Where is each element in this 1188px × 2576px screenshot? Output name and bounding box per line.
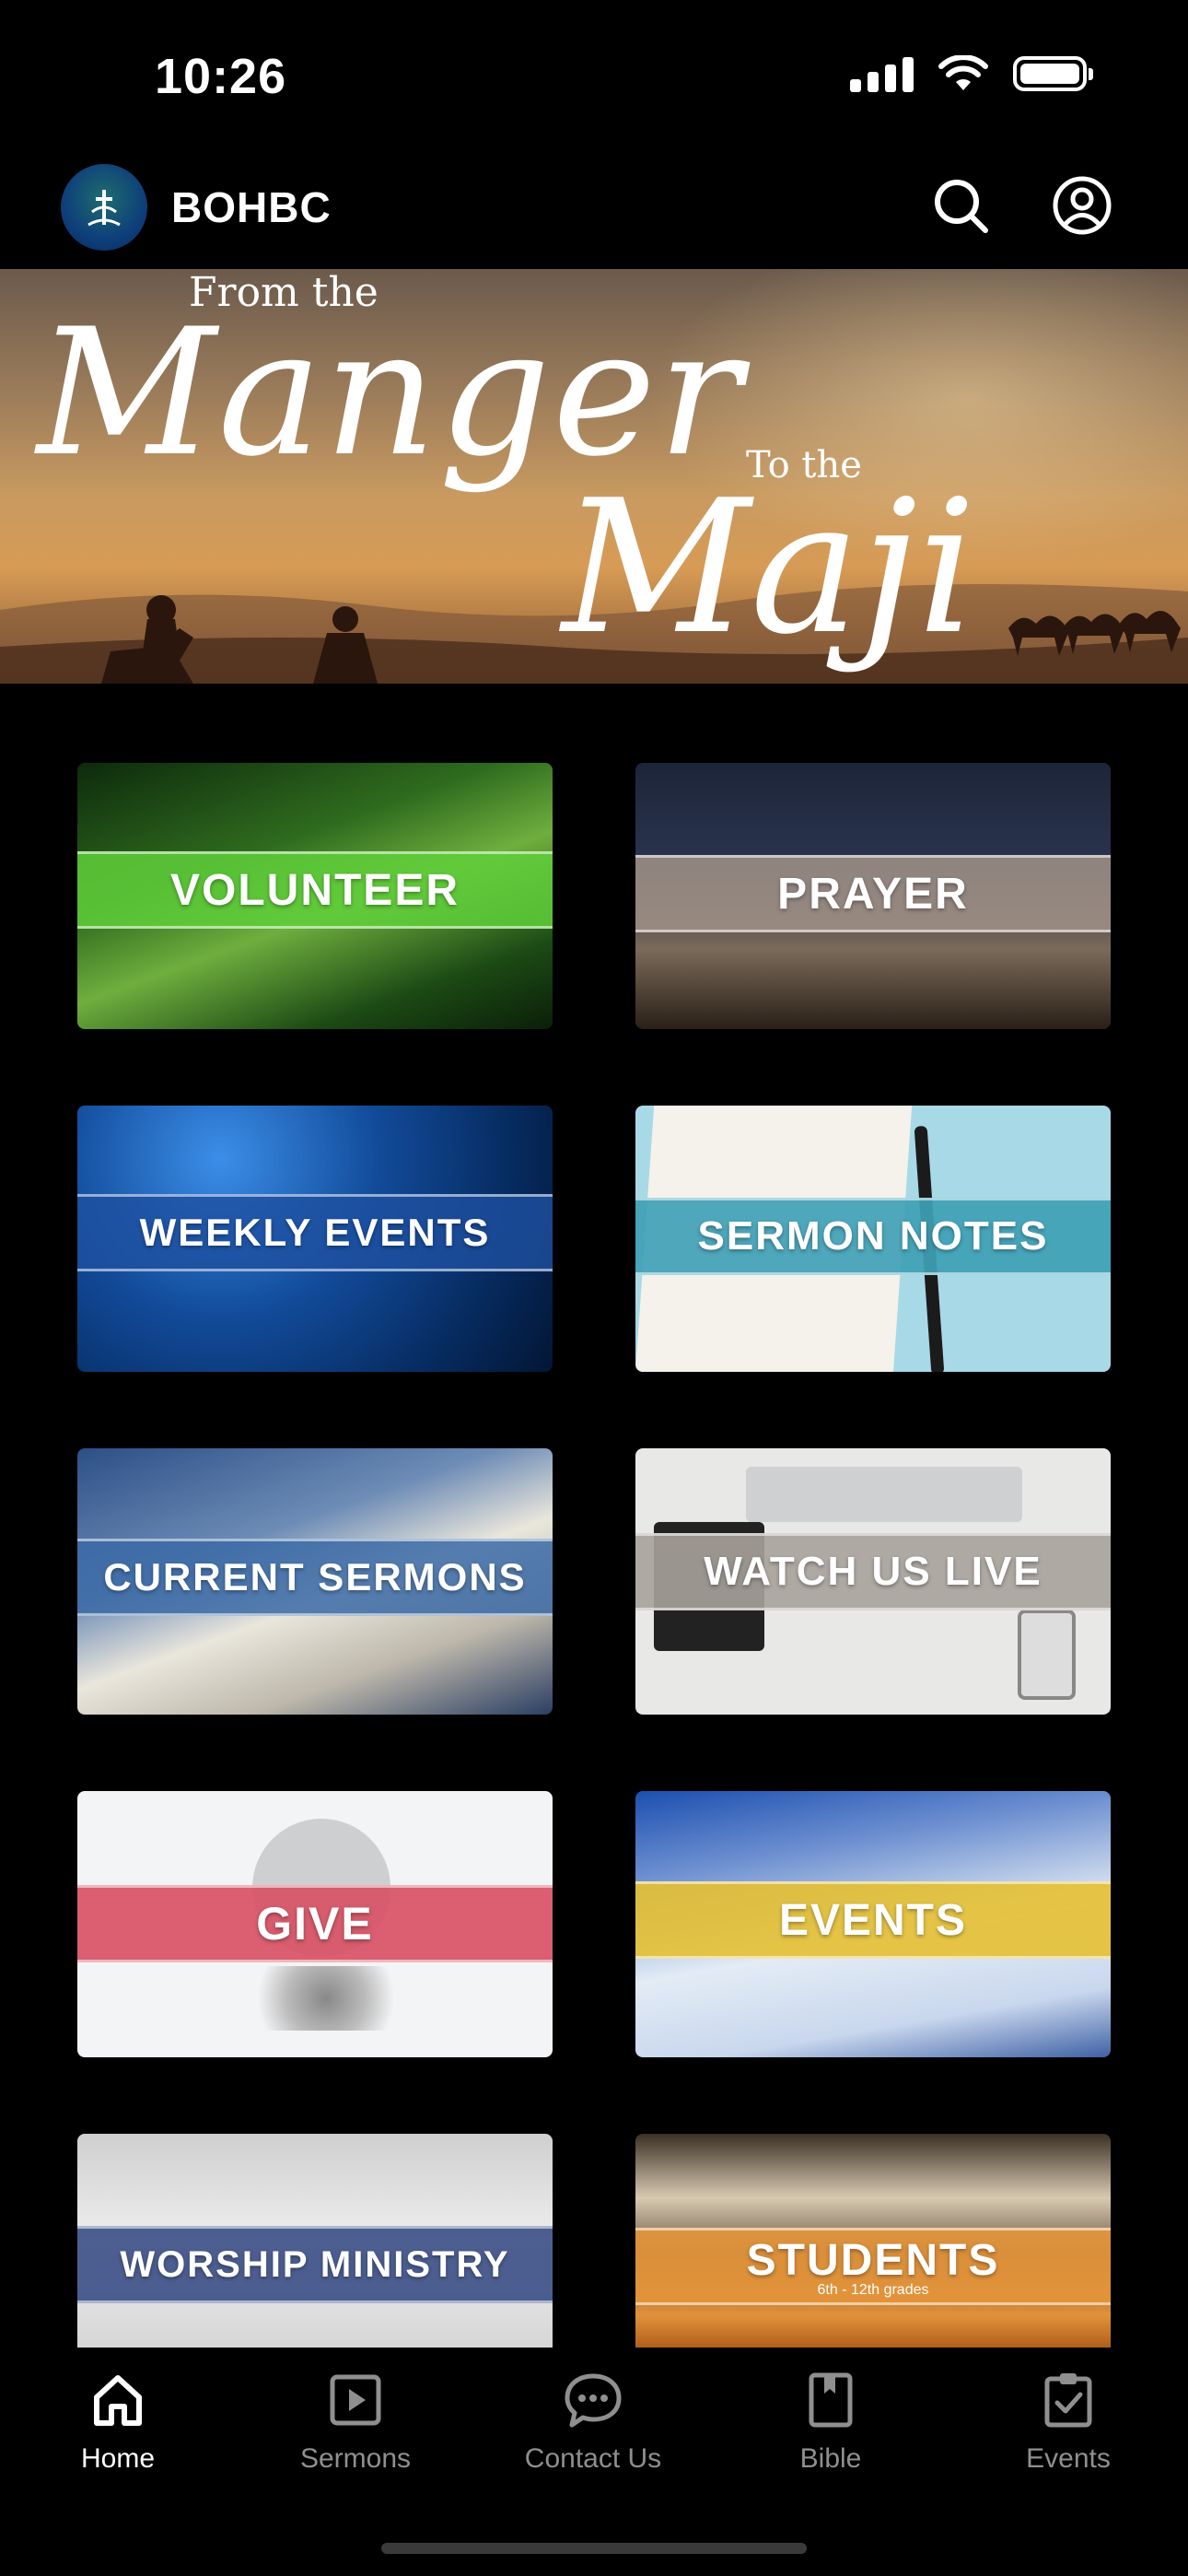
tile-label: PRAYER (777, 869, 969, 919)
tile-label: CURRENT SERMONS (103, 1555, 527, 1598)
tile-label: SERMON NOTES (697, 1213, 1049, 1259)
tile-band: VOLUNTEER (77, 851, 553, 929)
tile-band: PRAYER (635, 855, 1111, 932)
tab-label: Events (1026, 2443, 1111, 2474)
tile-label: GIVE (256, 1898, 374, 1950)
cellular-signal-icon (850, 55, 914, 92)
wifi-icon (938, 55, 988, 90)
tile-label: WATCH US LIVE (704, 1549, 1042, 1594)
tab-contact-us[interactable]: Contact Us (483, 2370, 704, 2475)
tile-give[interactable]: GIVE (77, 1791, 553, 2057)
status-time: 10:26 (155, 49, 287, 104)
tile-students[interactable]: STUDENTS 6th - 12th grades (635, 2134, 1111, 2348)
tab-label: Sermons (299, 2443, 412, 2474)
tile-band: CURRENT SERMONS (77, 1539, 553, 1616)
battery-icon (1013, 56, 1093, 91)
tile-label: VOLUNTEER (169, 865, 460, 915)
banner-line-2: Manger (37, 291, 744, 495)
tile-band: WATCH US LIVE (635, 1533, 1111, 1610)
chat-bubble-icon (565, 2373, 622, 2428)
status-icons (850, 55, 1093, 92)
church-logo[interactable] (61, 164, 147, 251)
tile-band: SERMON NOTES (635, 1198, 1111, 1275)
tile-band: GIVE (77, 1885, 553, 1962)
tile-label: STUDENTS (746, 2235, 1000, 2285)
tile-current-sermons[interactable]: CURRENT SERMONS (77, 1448, 553, 1715)
tile-prayer[interactable]: PRAYER (635, 763, 1111, 1029)
tab-label: Home (80, 2443, 156, 2474)
tab-bible[interactable]: Bible (720, 2370, 941, 2475)
tile-label: EVENTS (778, 1895, 968, 1945)
clipboard-check-icon (1044, 2373, 1092, 2428)
tile-weekly-events[interactable]: WEEKLY EVENTS (77, 1106, 553, 1372)
tile-label: WEEKLY EVENTS (139, 1211, 491, 1254)
tile-label: WORSHIP MINISTRY (120, 2243, 510, 2285)
tile-worship-ministry[interactable]: WORSHIP MINISTRY (77, 2134, 553, 2348)
home-indicator[interactable] (381, 2543, 807, 2554)
tab-home[interactable]: Home (7, 2370, 228, 2475)
tab-label: Contact Us (524, 2443, 662, 2474)
tile-band: EVENTS (635, 1881, 1111, 1959)
account-icon[interactable] (1052, 175, 1112, 236)
banner-line-4: Maji (562, 461, 976, 675)
home-icon (94, 2375, 142, 2426)
tile-band: WORSHIP MINISTRY (77, 2226, 553, 2303)
tab-sermons[interactable]: Sermons (245, 2370, 466, 2475)
book-icon (809, 2372, 853, 2428)
tab-label: Bible (799, 2443, 862, 2474)
play-square-icon (330, 2374, 381, 2426)
tile-sublabel: 6th - 12th grades (817, 2281, 929, 2298)
app-header: BOHBC (0, 157, 1188, 267)
tile-watch-us-live[interactable]: WATCH US LIVE (635, 1448, 1111, 1715)
tile-sermon-notes[interactable]: SERMON NOTES (635, 1106, 1111, 1372)
hero-banner[interactable]: From the Manger To the Maji (0, 269, 1188, 684)
status-bar: 10:26 (0, 0, 1188, 147)
tile-volunteer[interactable]: VOLUNTEER (77, 763, 553, 1029)
tile-band: STUDENTS 6th - 12th grades (635, 2228, 1111, 2305)
tile-events[interactable]: EVENTS (635, 1791, 1111, 2057)
tab-events[interactable]: Events (958, 2370, 1179, 2475)
tab-bar: Home Sermons Contact Us Bible Events (0, 2348, 1188, 2576)
tile-band: WEEKLY EVENTS (77, 1194, 553, 1271)
app-title: BOHBC (171, 183, 332, 231)
search-icon[interactable] (930, 175, 991, 236)
tree-cross-icon (87, 190, 121, 227)
